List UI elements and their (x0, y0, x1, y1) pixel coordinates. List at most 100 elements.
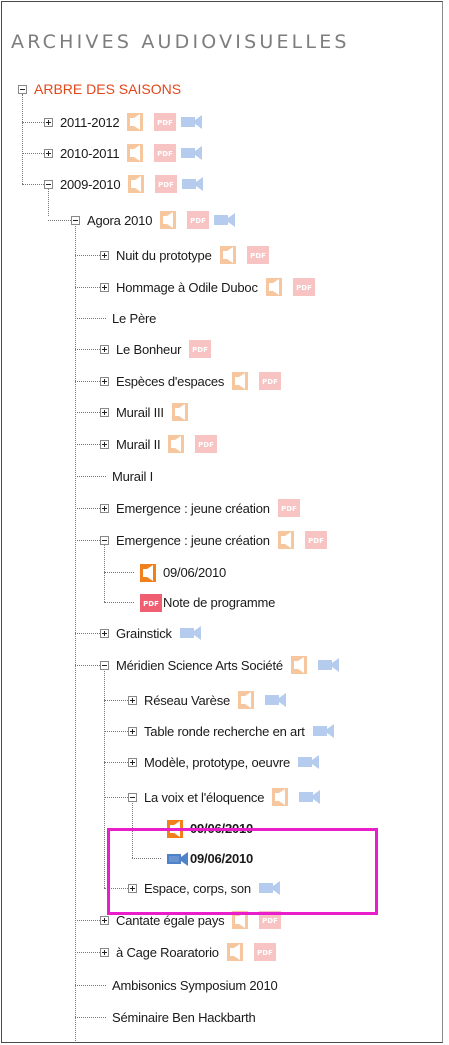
audio-icon[interactable] (160, 211, 182, 229)
expand-toggle[interactable] (128, 696, 137, 705)
tree-node-label[interactable]: Table ronde recherche en art (144, 724, 305, 739)
tree-node[interactable]: Méridien Science Arts Société (116, 655, 340, 675)
tree-node-label[interactable]: ARBRE DES SAISONS (34, 81, 181, 97)
tree-node[interactable]: 2009-2010 PDF (60, 174, 204, 194)
tree-node-label[interactable]: Modèle, prototype, oeuvre (144, 755, 290, 770)
tree-node-label[interactable]: Emergence : jeune création (116, 533, 270, 548)
tree-node-label[interactable]: 09/06/2010 (163, 565, 226, 580)
tree-node-label[interactable]: Réseau Varèse (144, 693, 230, 708)
expand-toggle[interactable] (100, 440, 109, 449)
video-icon[interactable] (298, 753, 320, 771)
tree-node[interactable]: 2010-2011 PDF (60, 143, 203, 163)
pdf-icon[interactable]: PDF (154, 144, 177, 162)
audio-icon[interactable] (140, 563, 157, 582)
audio-icon[interactable] (168, 435, 190, 453)
tree-node[interactable]: Ambisonics Symposium 2010 (112, 975, 278, 995)
tree-node-label[interactable]: Le Bonheur (116, 342, 181, 357)
tree-node[interactable]: Table ronde recherche en art (144, 721, 335, 741)
tree-node-label[interactable]: à Cage Roaratorio (116, 945, 219, 960)
tree-node-label[interactable]: Méridien Science Arts Société (116, 658, 283, 673)
pdf-icon[interactable]: PDF (195, 435, 218, 453)
video-icon[interactable] (299, 788, 321, 806)
pdf-icon[interactable]: PDF (259, 372, 282, 390)
tree-node[interactable]: Murail I (112, 466, 153, 486)
tree-node-label[interactable]: Le Père (112, 311, 156, 326)
tree-node[interactable]: 09/06/2010 (140, 562, 226, 582)
expand-toggle[interactable] (128, 727, 137, 736)
video-icon[interactable] (214, 211, 236, 229)
tree-node[interactable]: Grainstick (116, 623, 202, 643)
audio-icon[interactable] (128, 175, 150, 193)
audio-icon[interactable] (127, 113, 149, 131)
pdf-icon[interactable]: PDF (189, 340, 212, 358)
tree-node[interactable]: Emergence : jeune création PDF (116, 530, 327, 550)
expand-toggle[interactable] (100, 948, 109, 957)
tree-node[interactable]: Espèces d'espaces PDF (116, 371, 282, 391)
tree-node-label[interactable]: Murail II (116, 437, 161, 452)
tree-node-label[interactable]: Note de programme (163, 595, 275, 610)
pdf-icon[interactable]: PDF (140, 593, 162, 612)
audio-icon[interactable] (272, 788, 294, 806)
audio-icon[interactable] (238, 691, 260, 709)
tree-node-label[interactable]: Agora 2010 (87, 213, 152, 228)
tree-node[interactable]: 2011-2012 PDF (60, 112, 203, 132)
video-icon[interactable] (179, 624, 202, 642)
audio-icon[interactable] (265, 278, 288, 296)
tree-node-label[interactable]: Emergence : jeune création (116, 501, 270, 516)
pdf-icon[interactable]: PDF (155, 175, 178, 193)
tree-node[interactable]: Le Bonheur PDF (116, 339, 212, 359)
tree-node[interactable]: PDF Note de programme (140, 592, 275, 612)
tree-node-label[interactable]: Murail I (112, 469, 153, 484)
collapse-toggle[interactable] (44, 180, 53, 189)
tree-node-label[interactable]: 2010-2011 (60, 146, 120, 161)
tree-node-label[interactable]: 2009-2010 (60, 177, 121, 192)
expand-toggle[interactable] (100, 283, 109, 292)
tree-node[interactable]: Hommage à Odile Duboc PDF (116, 277, 315, 297)
expand-toggle[interactable] (100, 345, 109, 354)
tree-node[interactable]: Réseau Varèse (144, 690, 287, 710)
audio-icon[interactable] (219, 246, 242, 264)
audio-icon[interactable] (171, 403, 194, 421)
tree-node[interactable]: Agora 2010 PDF (87, 210, 236, 230)
pdf-icon[interactable]: PDF (187, 211, 210, 229)
tree-node-label[interactable]: Grainstick (116, 626, 172, 641)
tree-node[interactable]: Modèle, prototype, oeuvre (144, 752, 320, 772)
tree-node[interactable]: ARBRE DES SAISONS (34, 79, 181, 99)
tree-node-label[interactable]: Hommage à Odile Duboc (116, 280, 258, 295)
collapse-toggle[interactable] (100, 661, 109, 670)
tree-node[interactable]: à Cage Roaratorio PDF (116, 942, 276, 962)
video-icon[interactable] (265, 691, 287, 709)
expand-toggle[interactable] (128, 758, 137, 767)
pdf-icon[interactable]: PDF (154, 113, 177, 131)
tree-node-label[interactable]: Murail III (116, 405, 164, 420)
collapse-toggle[interactable] (71, 216, 80, 225)
video-icon[interactable] (312, 722, 335, 740)
audio-icon[interactable] (226, 943, 249, 961)
tree-node-label[interactable]: Séminaire Ben Hackbarth (112, 1010, 256, 1025)
video-icon[interactable] (181, 144, 203, 162)
expand-toggle[interactable] (100, 629, 109, 638)
pdf-icon[interactable]: PDF (246, 246, 269, 264)
video-icon[interactable] (317, 656, 340, 674)
collapse-toggle[interactable] (100, 536, 109, 545)
expand-toggle[interactable] (44, 118, 53, 127)
tree-node[interactable]: Murail III (116, 402, 194, 422)
expand-toggle[interactable] (100, 504, 109, 513)
tree-node-label[interactable]: La voix et l'éloquence (144, 790, 264, 805)
audio-icon[interactable] (127, 144, 149, 162)
tree-node-label[interactable]: Nuit du prototype (116, 248, 212, 263)
pdf-icon[interactable]: PDF (292, 278, 315, 296)
expand-toggle[interactable] (100, 251, 109, 260)
tree-node[interactable]: Le Père (112, 308, 156, 328)
tree-node[interactable]: Emergence : jeune création PDF (116, 498, 300, 518)
expand-toggle[interactable] (100, 916, 109, 925)
expand-toggle[interactable] (100, 377, 109, 386)
pdf-icon[interactable]: PDF (253, 943, 276, 961)
tree-node[interactable]: Murail II PDF (116, 434, 218, 454)
tree-node[interactable]: Répons (112, 1037, 156, 1043)
tree-node-label[interactable]: 2011-2012 (60, 115, 120, 130)
expand-toggle[interactable] (44, 149, 53, 158)
audio-icon[interactable] (290, 656, 313, 674)
collapse-toggle[interactable] (128, 793, 137, 802)
tree-node[interactable]: La voix et l'éloquence (144, 787, 321, 807)
